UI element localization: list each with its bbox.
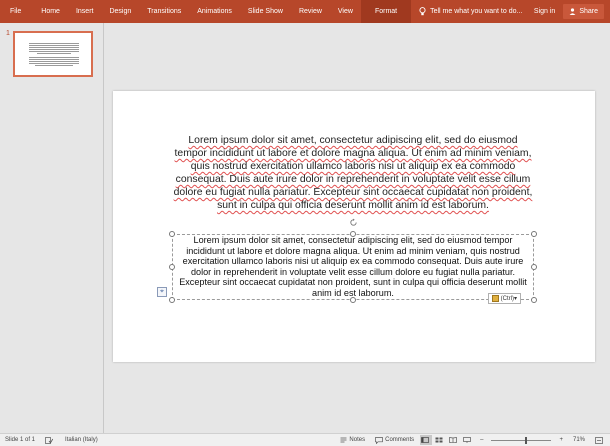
selected-text-box[interactable]: Lorem ipsum dolor sit amet, consectetur … [169, 218, 537, 304]
thumb-text-line [29, 59, 79, 60]
slide-text-paragraph-2[interactable]: Lorem ipsum dolor sit amet, consectetur … [175, 235, 531, 298]
fit-to-window-button[interactable] [590, 436, 610, 444]
tab-home[interactable]: Home [33, 0, 68, 23]
presentation-icon [463, 437, 471, 443]
tell-me-box[interactable]: Tell me what you want to do... [419, 7, 522, 16]
grid-icon [435, 437, 443, 443]
paste-options-button[interactable]: (Ctrl) ▾ [487, 293, 521, 304]
reading-view-button[interactable] [448, 435, 460, 445]
notes-label: Notes [349, 437, 366, 443]
thumb-text-line [29, 61, 79, 62]
status-bar: Slide 1 of 1 Italian (Italy) Notes Comme… [0, 433, 610, 446]
clipboard-icon [491, 295, 499, 302]
language-indicator[interactable]: Italian (Italy) [60, 437, 103, 443]
share-button[interactable]: Share [563, 4, 604, 19]
fit-window-icon [595, 436, 603, 444]
zoom-slider[interactable] [491, 436, 552, 444]
tab-insert[interactable]: Insert [68, 0, 102, 23]
slide-canvas[interactable]: Lorem ipsum dolor sit amet, consectetur … [113, 91, 595, 362]
tell-me-text: Tell me what you want to do... [430, 8, 523, 15]
resize-handle-bottom-left[interactable] [169, 297, 175, 303]
slide-text-paragraph-1[interactable]: Lorem ipsum dolor sit amet, consectetur … [173, 134, 533, 212]
book-icon [449, 437, 457, 443]
zoom-slider-thumb[interactable] [525, 436, 528, 444]
tab-review[interactable]: Review [291, 0, 330, 23]
tab-format[interactable]: Format [360, 0, 412, 23]
comments-button[interactable]: Comments [370, 436, 419, 444]
spellcheck-icon [45, 436, 54, 444]
thumb-text-line [29, 49, 79, 50]
resize-handle-bottom[interactable] [350, 297, 356, 303]
tab-design[interactable]: Design [101, 0, 139, 23]
normal-view-button[interactable] [420, 435, 433, 445]
slide-thumbnail-pane: 1 [0, 23, 104, 433]
notes-icon [340, 437, 347, 443]
thumbnail-number: 1 [6, 30, 10, 37]
slide-editor: Lorem ipsum dolor sit amet, consectetur … [105, 23, 610, 433]
thumb-text-line [37, 53, 71, 54]
tab-animations[interactable]: Animations [189, 0, 240, 23]
normal-view-icon [421, 437, 429, 443]
sign-in-link[interactable]: Sign in [526, 8, 563, 15]
ribbon-tab-bar: File Home Insert Design Transitions Anim… [0, 0, 610, 23]
resize-handle-top-left[interactable] [169, 231, 175, 237]
tab-slide-show[interactable]: Slide Show [240, 0, 291, 23]
resize-handle-top[interactable] [350, 231, 356, 237]
tab-view[interactable]: View [330, 0, 361, 23]
chevron-down-icon: ▾ [513, 296, 517, 302]
slide-thumbnail[interactable] [13, 31, 93, 77]
thumb-text-line [29, 51, 79, 52]
share-label: Share [579, 8, 598, 15]
layout-options-icon[interactable]: ⌖ [157, 287, 167, 297]
thumb-text-line [29, 63, 79, 64]
thumb-text-line [29, 43, 79, 44]
resize-handle-top-right[interactable] [531, 231, 537, 237]
slide-sorter-button[interactable] [434, 435, 446, 445]
tab-transitions[interactable]: Transitions [139, 0, 189, 23]
notes-button[interactable]: Notes [335, 437, 370, 443]
lightbulb-icon [419, 7, 426, 16]
resize-handle-right[interactable] [531, 264, 537, 270]
slide-indicator: Slide 1 of 1 [5, 437, 36, 443]
tab-file[interactable]: File [0, 0, 33, 23]
resize-handle-left[interactable] [169, 264, 175, 270]
comment-icon [375, 436, 383, 444]
zoom-level[interactable]: 71% [568, 437, 590, 443]
zoom-in-button[interactable]: + [554, 437, 568, 443]
slide-show-button[interactable] [462, 435, 474, 445]
comments-label: Comments [385, 437, 415, 443]
spellcheck-status[interactable] [40, 436, 60, 444]
thumb-text-line [29, 45, 79, 46]
zoom-out-button[interactable]: – [475, 437, 488, 443]
rotate-handle-icon[interactable] [349, 214, 358, 232]
thumb-text-line [29, 47, 79, 48]
thumb-text-line [29, 57, 79, 58]
resize-handle-bottom-right[interactable] [531, 297, 537, 303]
thumb-text-line [35, 65, 73, 66]
person-icon [569, 8, 576, 15]
paste-options-label: (Ctrl) [500, 295, 514, 302]
